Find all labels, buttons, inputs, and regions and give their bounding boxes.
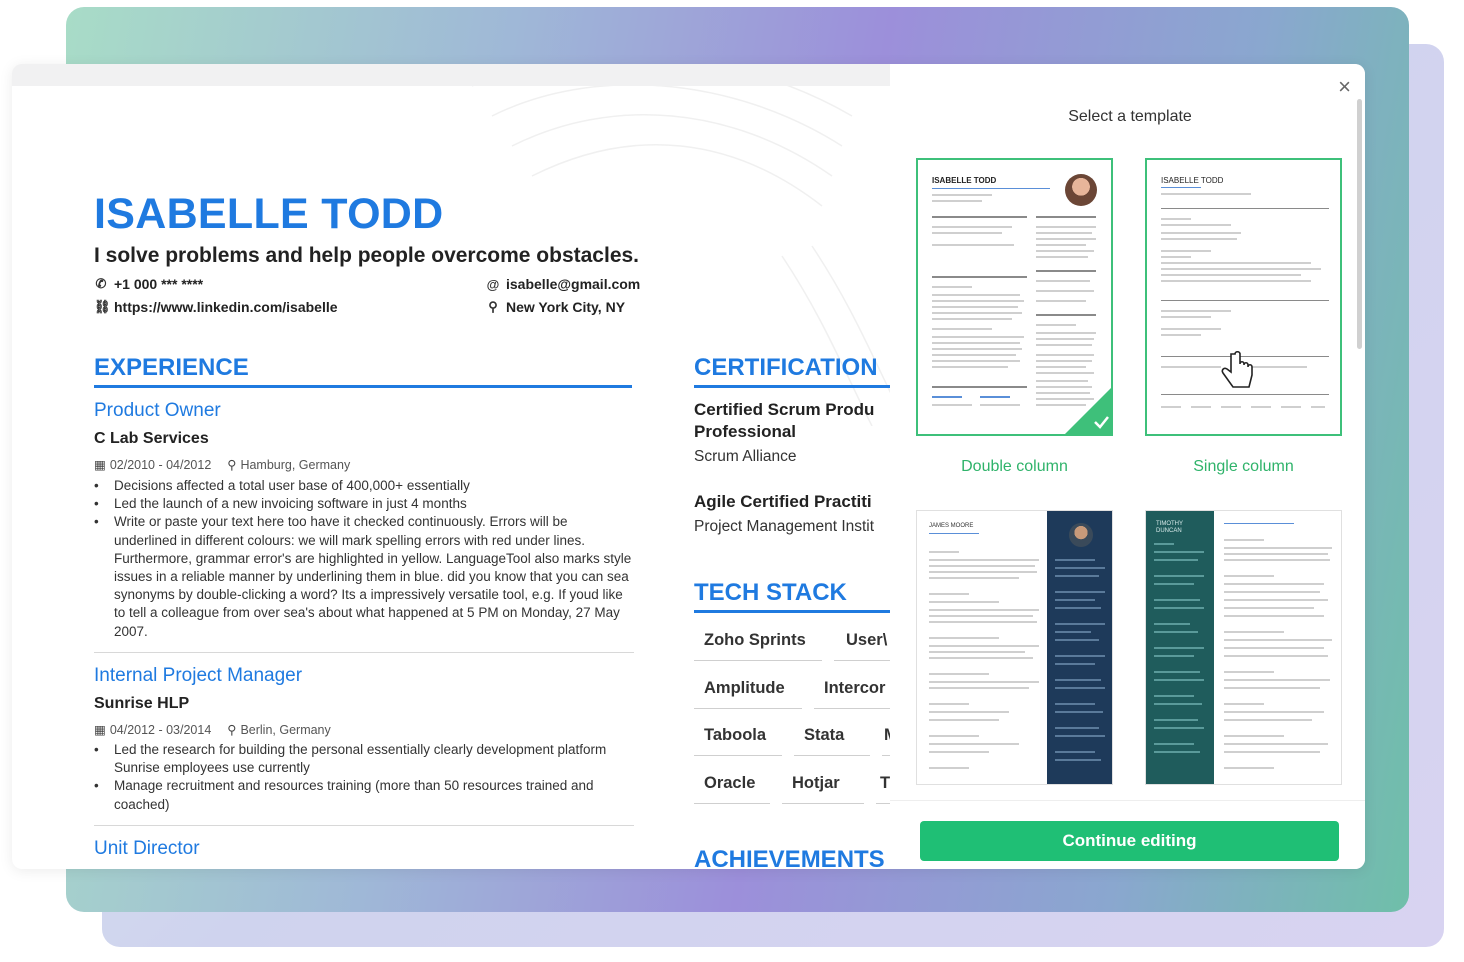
contact-location[interactable]: ⚲ New York City, NY xyxy=(486,299,625,315)
certification-heading[interactable]: CERTIFICATION xyxy=(694,354,878,382)
tech-tag[interactable]: Oracle xyxy=(694,774,770,804)
tech-tag[interactable]: Hotjar xyxy=(782,774,864,804)
cert-org[interactable]: Scrum Alliance xyxy=(694,448,797,466)
resume-preview[interactable]: ISABELLE TODD I solve problems and help … xyxy=(12,86,892,869)
certification-rule xyxy=(694,385,892,388)
divider xyxy=(94,825,634,826)
location-pin-icon: ⚲ xyxy=(227,723,237,737)
avatar xyxy=(1069,523,1093,547)
template-dark-sidebar[interactable]: JAMES MOORE xyxy=(916,510,1113,785)
email-text: isabelle@gmail.com xyxy=(506,276,641,292)
job-title[interactable]: Internal Project Manager xyxy=(94,665,302,687)
location-text: New York City, NY xyxy=(506,299,626,315)
job-title[interactable]: Product Owner xyxy=(94,400,221,422)
selected-check-icon xyxy=(1065,388,1111,434)
tech-tag[interactable]: Stata xyxy=(794,726,870,756)
template-double-column[interactable]: ISABELLE TODD xyxy=(916,158,1113,436)
cert-name[interactable]: Agile Certified Practiti xyxy=(694,491,872,513)
avatar xyxy=(1065,174,1097,206)
bullet-item: • Manage recruitment and resources traini… xyxy=(94,778,594,812)
template-preview-name: ISABELLE TODD xyxy=(1161,176,1224,185)
cert-name[interactable]: Certified Scrum Produ xyxy=(694,399,874,421)
bullet-item: • Write or paste your text here too have … xyxy=(94,514,632,639)
job-meta: ▦ 02/2010 - 04/2012 ⚲ Hamburg, Germany xyxy=(94,457,350,472)
tech-tag[interactable]: Amplitude xyxy=(694,679,802,709)
template-teal-sidebar[interactable]: TIMOTHY DUNCAN xyxy=(1145,510,1342,785)
template-preview-name: JAMES MOORE xyxy=(929,523,974,529)
link-icon: ⛓ xyxy=(94,299,111,314)
template-sidebar: TIMOTHY DUNCAN xyxy=(1146,511,1214,784)
panel-footer-divider xyxy=(890,800,1365,801)
template-preview-name: ISABELLE TODD xyxy=(932,176,997,185)
job-company[interactable]: C Lab Services xyxy=(94,430,209,448)
template-label-single-column[interactable]: Single column xyxy=(1145,458,1342,476)
stage: ISABELLE TODD I solve problems and help … xyxy=(0,0,1464,962)
job-location[interactable]: Hamburg, Germany xyxy=(240,458,350,472)
job-bullets[interactable]: • Decisions affected a total user base of… xyxy=(94,477,634,641)
panel-scrollbar[interactable] xyxy=(1357,99,1362,349)
bullet-item: • Led the launch of a new invoicing softw… xyxy=(94,496,467,512)
bullet-item: • Led the research for building the perso… xyxy=(94,742,607,776)
experience-heading[interactable]: EXPERIENCE xyxy=(94,354,249,382)
tech-tag[interactable]: User\ xyxy=(834,631,892,661)
calendar-icon: ▦ xyxy=(94,723,106,737)
location-pin-icon: ⚲ xyxy=(488,299,498,314)
experience-rule xyxy=(94,385,632,388)
job-dates[interactable]: 02/2010 - 04/2012 xyxy=(110,458,211,472)
job-location[interactable]: Berlin, Germany xyxy=(240,723,330,737)
techstack-heading[interactable]: TECH STACK xyxy=(694,579,847,607)
divider xyxy=(94,652,634,653)
job-title[interactable]: Unit Director xyxy=(94,838,200,860)
panel-title: Select a template xyxy=(1068,108,1192,125)
bullet-item: • Decisions affected a total user base of… xyxy=(94,478,470,493)
cert-org[interactable]: Project Management Instit xyxy=(694,518,874,536)
contact-linkedin[interactable]: ⛓ https://www.linkedin.com/isabelle xyxy=(94,299,338,315)
template-sidebar xyxy=(1047,511,1112,784)
job-bullets[interactable]: • Led the research for building the perso… xyxy=(94,741,639,814)
template-panel: × Select a template ISABELLE TODD Double… xyxy=(890,64,1365,869)
phone-text: +1 000 *** **** xyxy=(114,276,204,292)
achievements-heading[interactable]: ACHIEVEMENTS xyxy=(694,846,885,869)
close-icon[interactable]: × xyxy=(1338,74,1351,100)
job-meta: ▦ 04/2012 - 03/2014 ⚲ Berlin, Germany xyxy=(94,722,331,737)
job-dates[interactable]: 04/2012 - 03/2014 xyxy=(110,723,211,737)
cert-name-cont[interactable]: Professional xyxy=(694,421,796,443)
hand-cursor-icon xyxy=(1221,350,1253,388)
contact-phone[interactable]: ✆ +1 000 *** **** xyxy=(94,276,204,292)
location-pin-icon: ⚲ xyxy=(227,458,237,472)
calendar-icon: ▦ xyxy=(94,458,106,472)
continue-editing-button[interactable]: Continue editing xyxy=(920,821,1339,861)
tech-tag[interactable]: Taboola xyxy=(694,726,782,756)
at-icon: @ xyxy=(486,276,500,292)
app-window: ISABELLE TODD I solve problems and help … xyxy=(12,64,1365,869)
template-preview-name: TIMOTHY DUNCAN xyxy=(1156,521,1183,534)
phone-icon: ✆ xyxy=(95,276,107,291)
resume-name[interactable]: ISABELLE TODD xyxy=(94,190,444,239)
tech-tag[interactable]: Intercor xyxy=(814,679,892,709)
resume-tagline[interactable]: I solve problems and help people overcom… xyxy=(94,244,639,268)
template-single-column[interactable]: ISABELLE TODD xyxy=(1145,158,1342,436)
template-label-double-column[interactable]: Double column xyxy=(916,458,1113,476)
techstack-rule xyxy=(694,610,892,613)
tech-tag[interactable]: Zoho Sprints xyxy=(694,631,822,661)
contact-email[interactable]: @ isabelle@gmail.com xyxy=(486,276,641,292)
linkedin-text: https://www.linkedin.com/isabelle xyxy=(114,299,338,315)
job-company[interactable]: Sunrise HLP xyxy=(94,695,189,713)
